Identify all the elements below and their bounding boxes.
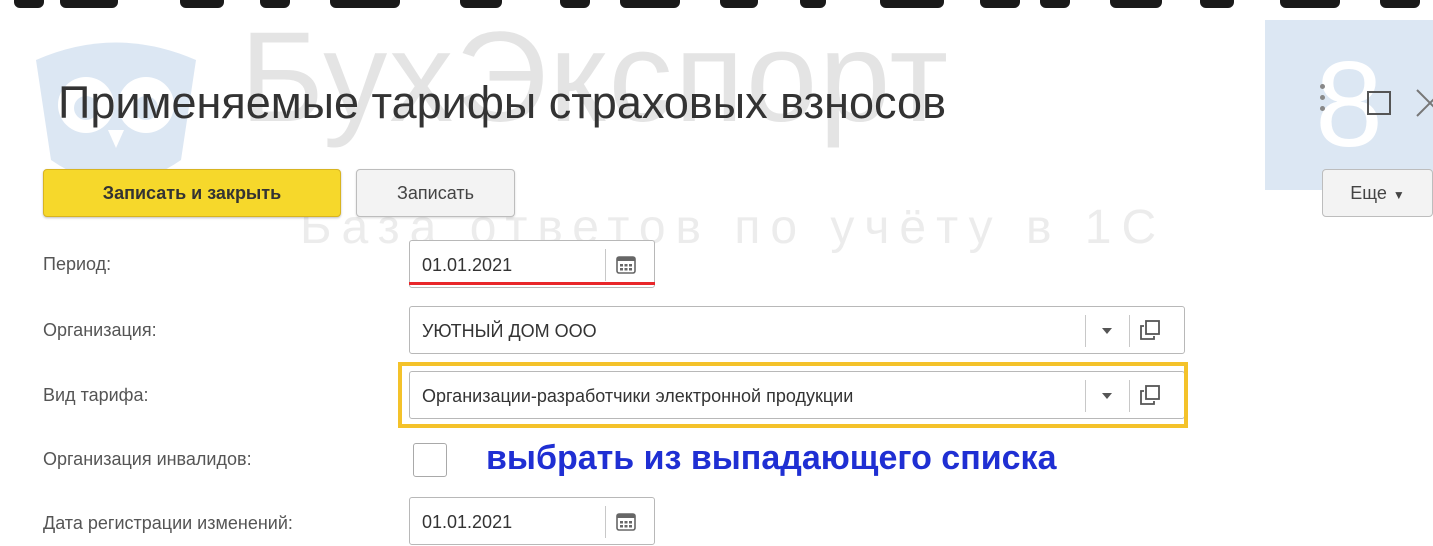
dropdown-arrow-icon[interactable] bbox=[1102, 328, 1112, 334]
maximize-icon[interactable] bbox=[1367, 91, 1391, 115]
save-button[interactable]: Записать bbox=[356, 169, 515, 217]
period-label: Период: bbox=[43, 254, 112, 274]
chevron-down-icon: ▼ bbox=[1392, 188, 1405, 202]
disabled-org-checkbox[interactable] bbox=[413, 443, 447, 477]
highlight-frame-annotation bbox=[398, 362, 1188, 428]
organization-label: Организация: bbox=[43, 320, 157, 340]
more-menu-label: Еще bbox=[1350, 183, 1387, 203]
page-title: Применяемые тарифы страховых взносов bbox=[58, 77, 946, 128]
close-icon[interactable] bbox=[1415, 86, 1433, 118]
save-and-close-button[interactable]: Записать и закрыть bbox=[43, 169, 341, 217]
organization-field[interactable]: УЮТНЫЙ ДОМ ООО bbox=[409, 306, 1185, 354]
more-menu-button[interactable]: Еще ▼ bbox=[1322, 169, 1433, 217]
registration-date-label: Дата регистрации изменений: bbox=[43, 513, 293, 533]
organization-value: УЮТНЫЙ ДОМ ООО bbox=[422, 321, 597, 341]
period-field[interactable]: 01.01.2021 bbox=[409, 240, 655, 288]
red-underline-annotation bbox=[409, 282, 655, 285]
registration-date-field[interactable]: 01.01.2021 bbox=[409, 497, 655, 545]
tariff-type-label: Вид тарифа: bbox=[43, 385, 149, 405]
calendar-icon[interactable] bbox=[615, 253, 637, 275]
hint-annotation: выбрать из выпадающего списка bbox=[486, 439, 1057, 477]
watermark-badge: 8 bbox=[1265, 20, 1433, 190]
vertical-dots-icon[interactable] bbox=[1314, 78, 1330, 128]
disabled-org-label: Организация инвалидов: bbox=[43, 449, 252, 469]
registration-date-value: 01.01.2021 bbox=[422, 512, 513, 532]
calendar-icon[interactable] bbox=[615, 510, 637, 532]
open-in-window-icon[interactable] bbox=[1139, 319, 1161, 341]
